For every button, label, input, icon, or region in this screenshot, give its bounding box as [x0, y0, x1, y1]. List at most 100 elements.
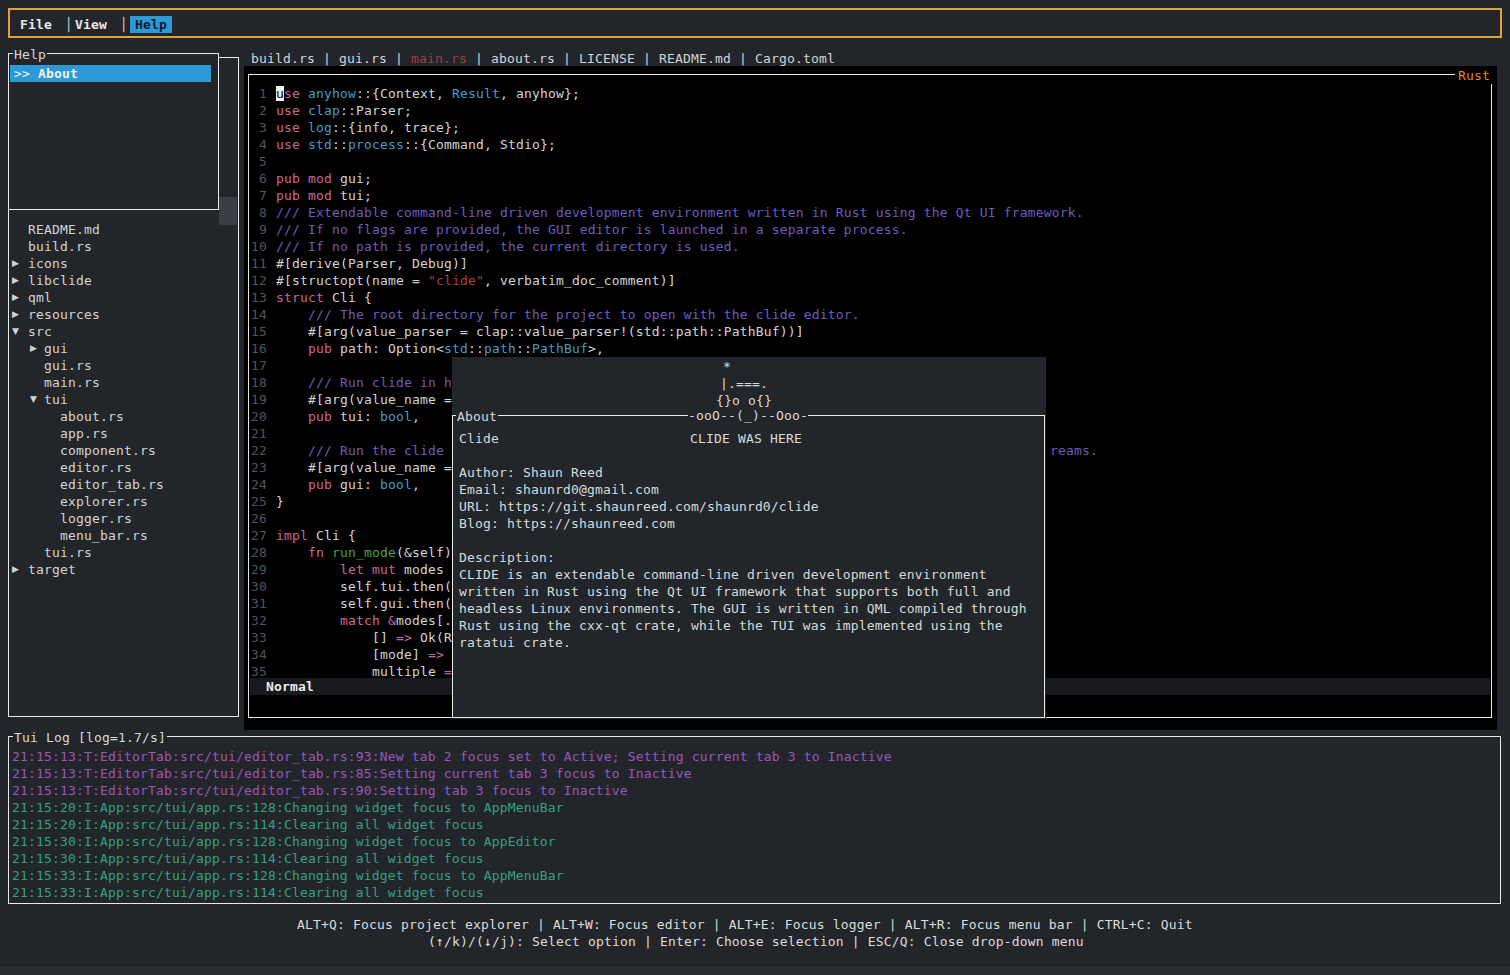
explorer-item-tuirs[interactable]: tui.rs: [44, 544, 92, 561]
about-body-line: Clide: [459, 430, 499, 447]
log-panel-title: Tui Log [log=1.7/s]: [13, 729, 167, 746]
editor-tab-aboutrs[interactable]: about.rs: [491, 51, 555, 66]
line-number: 33: [247, 629, 267, 646]
code-line: pub mod tui;: [276, 187, 372, 204]
code-line: use clap::Parser;: [276, 102, 412, 119]
explorer-item-componentrs[interactable]: component.rs: [60, 442, 156, 459]
about-body-line: URL: https://git.shaunreed.com/shaunrd0/…: [459, 498, 819, 515]
explorer-item-READMEmd[interactable]: README.md: [28, 221, 100, 238]
line-number: 18: [247, 374, 267, 391]
help-menu-item-about[interactable]: >> About: [10, 65, 211, 82]
code-line: use std::process::{Command, Stdio};: [276, 136, 556, 153]
explorer-item-aboutrs[interactable]: about.rs: [60, 408, 124, 425]
explorer-item-editorrs[interactable]: editor.rs: [60, 459, 132, 476]
log-entry: 21:15:13:T:EditorTab:src/tui/editor_tab.…: [12, 748, 892, 765]
line-number: 13: [247, 289, 267, 306]
menu-item-file[interactable]: File: [20, 16, 52, 33]
explorer-item-gui[interactable]: gui: [44, 340, 68, 357]
code-line: /// The root directory for the project t…: [276, 306, 860, 323]
code-line: use log::{info, trace};: [276, 119, 460, 136]
chevron-right-icon[interactable]: ▶: [30, 343, 37, 353]
about-header-right: CLIDE WAS HERE: [690, 430, 802, 447]
about-body-line: Description:: [459, 549, 555, 566]
log-entry: 21:15:13:T:EditorTab:src/tui/editor_tab.…: [12, 782, 628, 799]
line-number: 25: [247, 493, 267, 510]
editor-tab-guirs[interactable]: gui.rs: [339, 51, 387, 66]
editor-tab-buildrs[interactable]: build.rs: [251, 51, 315, 66]
line-number: 21: [247, 425, 267, 442]
line-number: 22: [247, 442, 267, 459]
tab-separator: |: [555, 51, 579, 66]
explorer-item-editor_tabrs[interactable]: editor_tab.rs: [60, 476, 164, 493]
line-number: 3: [247, 119, 267, 136]
line-number: 5: [247, 153, 267, 170]
about-body-line: Author: Shaun Reed: [459, 464, 603, 481]
explorer-item-buildrs[interactable]: build.rs: [28, 238, 92, 255]
explorer-item-menu_barrs[interactable]: menu_bar.rs: [60, 527, 148, 544]
line-number: 14: [247, 306, 267, 323]
line-number: 2: [247, 102, 267, 119]
line-number: 11: [247, 255, 267, 272]
chevron-right-icon[interactable]: ▶: [12, 258, 19, 268]
code-line: /// If no path is provided, the current …: [276, 238, 740, 255]
about-dialog-title: About: [456, 408, 498, 425]
explorer-item-icons[interactable]: icons: [28, 255, 68, 272]
line-number: 31: [247, 595, 267, 612]
explorer-item-loggerrs[interactable]: logger.rs: [60, 510, 132, 527]
editor-tab-LICENSE[interactable]: LICENSE: [579, 51, 635, 66]
editor-tabs: build.rs | gui.rs | main.rs | about.rs |…: [251, 50, 835, 67]
selection-prefix: >>: [14, 66, 38, 81]
keybind-line-1: ALT+Q: Focus project explorer | ALT+W: F…: [297, 916, 1193, 933]
line-number: 19: [247, 391, 267, 408]
log-entry: 21:15:30:I:App:src/tui/app.rs:128:Changi…: [12, 833, 556, 850]
menu-item-view[interactable]: View: [75, 16, 107, 33]
chevron-down-icon[interactable]: ▼: [12, 326, 19, 336]
about-body-line: Rust using the cxx-qt crate, while the T…: [459, 617, 1003, 634]
app-root: { "colors": { "page_bg": "#22262b", "edi…: [0, 0, 1510, 975]
chevron-right-icon[interactable]: ▶: [12, 309, 19, 319]
explorer-item-apprs[interactable]: app.rs: [60, 425, 108, 442]
menu-item-help[interactable]: Help: [130, 16, 172, 33]
log-entry: 21:15:20:I:App:src/tui/app.rs:114:Cleari…: [12, 816, 484, 833]
code-line: use anyhow::{Context, Result, anyhow};: [276, 85, 580, 102]
explorer-item-src[interactable]: src: [28, 323, 52, 340]
line-number: 10: [247, 238, 267, 255]
line-number: 24: [247, 476, 267, 493]
explorer-scrollbar-thumb[interactable]: [219, 197, 237, 225]
chevron-right-icon[interactable]: ▶: [12, 275, 19, 285]
about-body-line: CLIDE is an extendable command-line driv…: [459, 566, 987, 583]
explorer-item-target[interactable]: target: [28, 561, 76, 578]
language-badge: Rust: [1455, 67, 1493, 84]
help-menu-item-label: About: [38, 66, 78, 81]
line-number: 4: [247, 136, 267, 153]
bottom-edge: [0, 967, 1510, 975]
explorer-item-guirs[interactable]: gui.rs: [44, 357, 92, 374]
chevron-right-icon[interactable]: ▶: [12, 564, 19, 574]
explorer-item-libclide[interactable]: libclide: [28, 272, 92, 289]
log-entry: 21:15:13:T:EditorTab:src/tui/editor_tab.…: [12, 765, 692, 782]
explorer-item-qml[interactable]: qml: [28, 289, 52, 306]
editor-tab-Cargotoml[interactable]: Cargo.toml: [755, 51, 835, 66]
code-line-tail: reams.: [1050, 442, 1098, 459]
line-number: 9: [247, 221, 267, 238]
about-art-line: *: [723, 358, 731, 375]
line-number: 15: [247, 323, 267, 340]
editor-tab-READMEmd[interactable]: README.md: [659, 51, 731, 66]
code-line: pub mod gui;: [276, 170, 372, 187]
line-number: 23: [247, 459, 267, 476]
tab-separator: |: [467, 51, 491, 66]
code-line: #[structopt(name = "clide", verbatim_doc…: [276, 272, 676, 289]
editor-tab-mainrs[interactable]: main.rs: [411, 51, 467, 66]
tab-separator: |: [635, 51, 659, 66]
chevron-down-icon[interactable]: ▼: [30, 394, 37, 404]
chevron-right-icon[interactable]: ▶: [12, 292, 19, 302]
code-line: pub gui: bool,: [276, 476, 420, 493]
line-number: 30: [247, 578, 267, 595]
explorer-item-tui[interactable]: tui: [44, 391, 68, 408]
explorer-item-resources[interactable]: resources: [28, 306, 100, 323]
line-number: 27: [247, 527, 267, 544]
explorer-item-mainrs[interactable]: main.rs: [44, 374, 100, 391]
explorer-item-explorerrs[interactable]: explorer.rs: [60, 493, 148, 510]
code-line: #[arg(value_parser = clap::value_parser!…: [276, 323, 804, 340]
code-line: }: [276, 493, 284, 510]
